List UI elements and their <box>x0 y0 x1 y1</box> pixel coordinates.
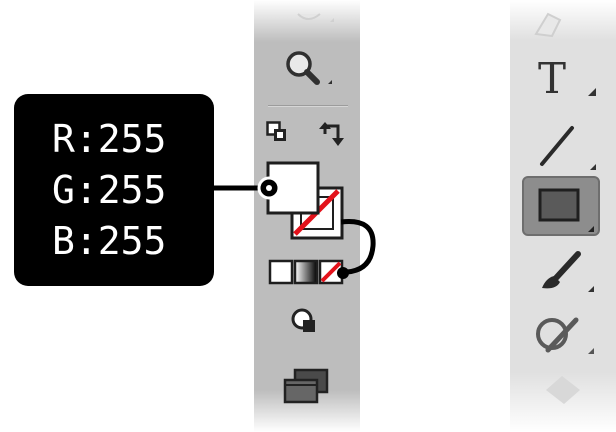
screen-mode-icon[interactable] <box>281 366 333 404</box>
callout-connector <box>205 176 281 200</box>
type-tool-flyout-indicator <box>588 88 596 96</box>
line-tool-icon[interactable] <box>536 122 600 172</box>
eraser-tool-icon[interactable] <box>540 372 590 406</box>
channel-separator: : <box>74 117 98 161</box>
default-colors-icon[interactable] <box>266 121 288 143</box>
zoom-tool-icon[interactable] <box>282 48 334 90</box>
red-channel-row: R:255 <box>52 114 166 165</box>
draw-mode-icon[interactable] <box>290 307 324 337</box>
channel-value: 255 <box>97 219 167 263</box>
channel-separator: : <box>74 219 98 263</box>
type-tool-icon[interactable]: T <box>538 58 566 100</box>
green-channel-row: G:255 <box>52 165 166 216</box>
rgb-values: R:255 G:255 B:255 <box>52 114 166 267</box>
type-tool-glyph: T <box>538 54 567 103</box>
channel-value: 255 <box>97 168 167 212</box>
channel-label: B <box>52 219 75 263</box>
channel-separator: : <box>74 168 98 212</box>
swap-colors-icon[interactable] <box>318 119 352 149</box>
eraser-icon[interactable] <box>292 2 342 32</box>
channel-label: G <box>52 168 75 212</box>
rgb-readout-tooltip: R:255 G:255 B:255 <box>14 94 214 286</box>
curved-arrow-icon <box>337 219 376 279</box>
channel-label: R <box>52 117 75 161</box>
rectangle-tool-icon[interactable] <box>522 176 602 238</box>
channel-value: 255 <box>97 117 167 161</box>
paintbrush-tool-icon[interactable] <box>536 248 600 296</box>
blue-channel-row: B:255 <box>52 216 166 267</box>
shaper-tool-icon[interactable] <box>532 312 598 358</box>
toolbar-divider <box>268 105 348 106</box>
pen-tool-icon[interactable] <box>530 6 574 40</box>
